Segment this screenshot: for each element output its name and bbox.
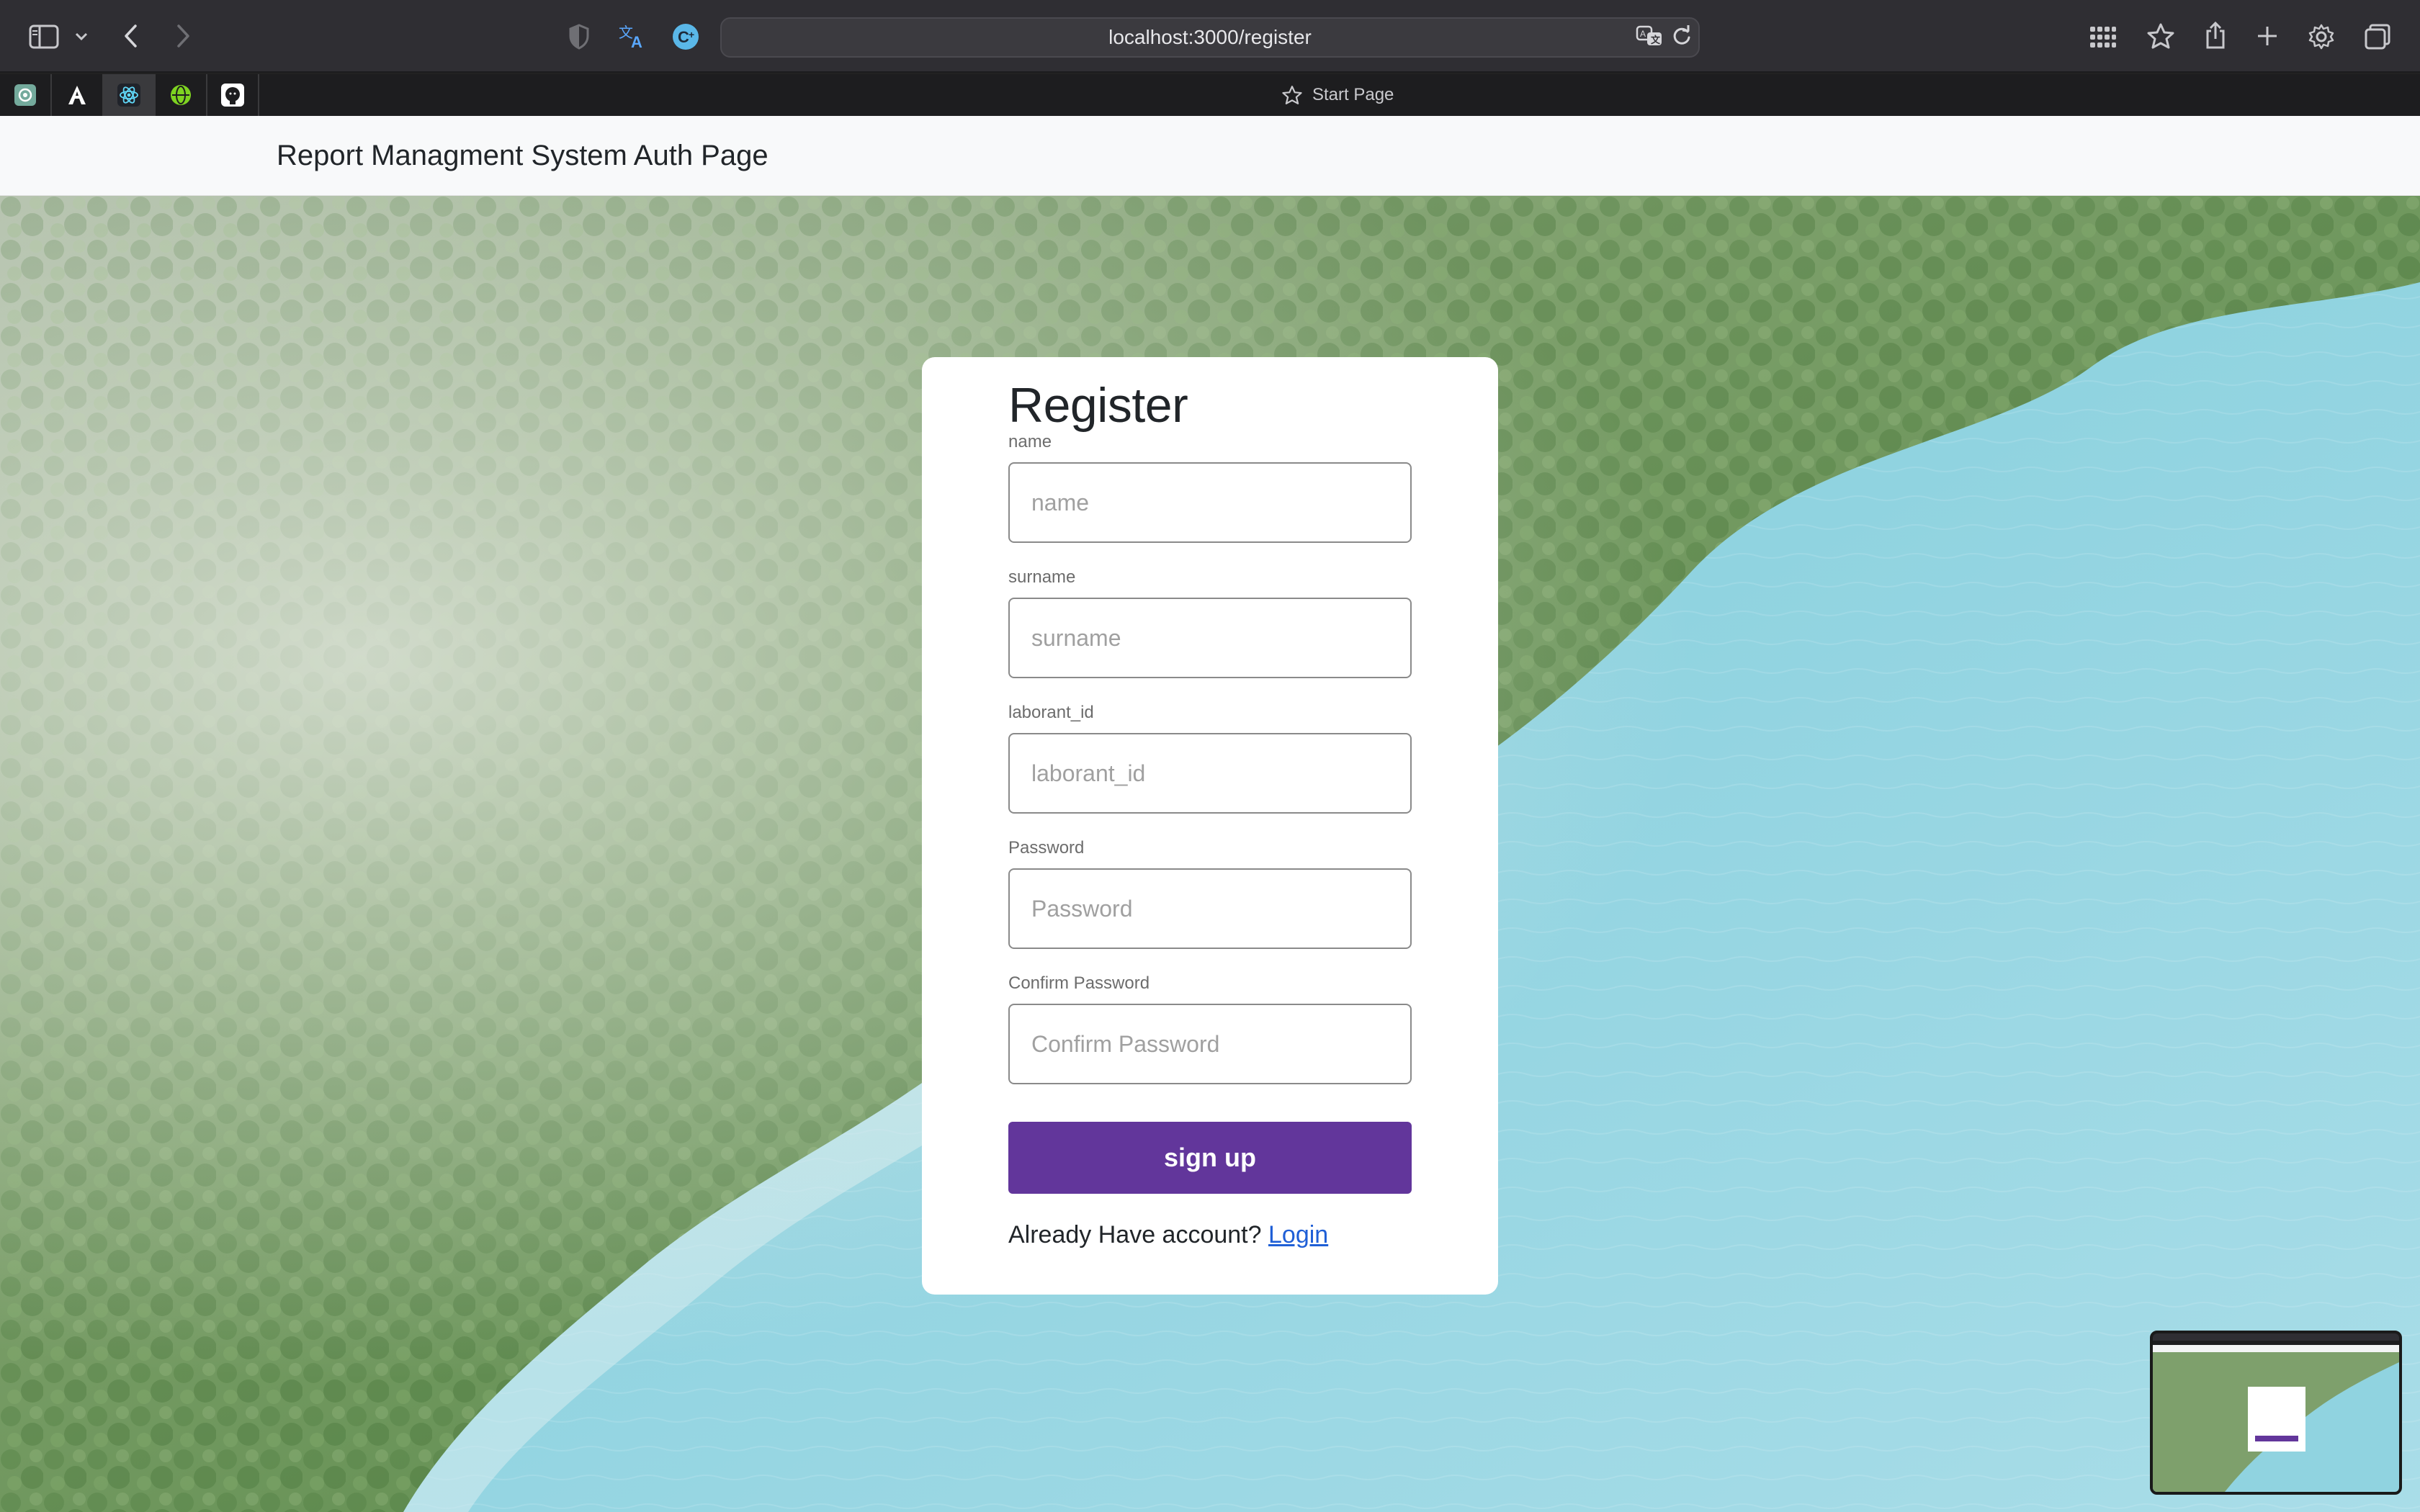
surname-label: surname (1008, 567, 1076, 587)
password-input[interactable] (1008, 868, 1412, 949)
login-prompt-text: Already Have account? (1008, 1221, 1262, 1248)
react-icon[interactable] (104, 74, 156, 116)
favorites-bar: Start Page (0, 74, 2420, 116)
grid-icon[interactable] (2087, 22, 2119, 53)
translate-icon[interactable]: 文A (617, 22, 650, 52)
form-title: Register (1008, 378, 1188, 433)
font-icon[interactable] (52, 74, 104, 116)
address-bar[interactable]: localhost:3000/register (720, 17, 1700, 58)
chevron-down-icon[interactable] (71, 26, 92, 48)
sidebar-icon[interactable] (26, 20, 62, 53)
chatgpt-icon[interactable] (0, 74, 52, 116)
star-icon (1282, 86, 1302, 104)
password-label: Password (1008, 838, 1085, 858)
reload-icon[interactable] (1670, 23, 1694, 49)
confirm-password-input[interactable] (1008, 1004, 1412, 1084)
surname-input[interactable] (1008, 598, 1412, 678)
svg-text:文: 文 (1651, 35, 1661, 45)
navbar-brand[interactable]: Report Managment System Auth Page (277, 116, 768, 196)
translate-page-icon[interactable]: 文A (1635, 23, 1664, 49)
confirm-password-label: Confirm Password (1008, 973, 1150, 993)
back-icon[interactable] (115, 20, 147, 52)
svg-text:A: A (631, 33, 642, 49)
login-prompt: Already Have account? Login (1008, 1221, 1328, 1249)
login-link[interactable]: Login (1268, 1221, 1328, 1248)
share-icon[interactable] (2201, 19, 2230, 52)
svg-text:C: C (678, 28, 689, 46)
start-page-label: Start Page (1312, 85, 1394, 104)
gear-icon[interactable] (2306, 22, 2336, 52)
svg-text:+: + (689, 29, 694, 40)
star-icon[interactable] (2145, 20, 2177, 52)
window-preview-thumbnail[interactable] (2150, 1331, 2402, 1495)
name-label: name (1008, 432, 1052, 451)
plus-icon[interactable] (2253, 22, 2282, 50)
github-icon[interactable] (207, 74, 259, 116)
start-page-link[interactable]: Start Page (1282, 74, 1394, 116)
shield-icon[interactable] (565, 22, 593, 52)
web-page: Report Managment System Auth Page Regist… (0, 116, 2420, 1512)
laborant-id-input[interactable] (1008, 733, 1412, 814)
tabs-icon[interactable] (2362, 22, 2393, 52)
globe-icon[interactable] (156, 74, 207, 116)
extension-icon[interactable]: C + (670, 22, 702, 52)
sign-up-button[interactable]: sign up (1008, 1122, 1412, 1194)
browser-toolbar: 文A C + localhost:3000/register 文A (0, 0, 2420, 73)
navbar: Report Managment System Auth Page (0, 116, 2420, 196)
register-card: Register name surname laborant_id Passwo… (922, 357, 1498, 1295)
laborant-id-label: laborant_id (1008, 703, 1094, 722)
svg-text:A: A (1640, 29, 1646, 39)
url-text: localhost:3000/register (1108, 26, 1312, 48)
forward-icon[interactable] (167, 20, 199, 52)
name-input[interactable] (1008, 462, 1412, 543)
